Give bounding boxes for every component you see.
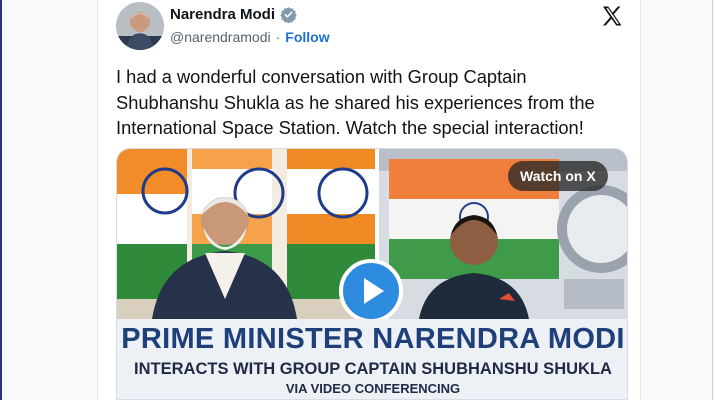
play-button[interactable] bbox=[339, 259, 403, 323]
caption-subtitle: INTERACTS WITH GROUP CAPTAIN SHUBHANSHU … bbox=[134, 360, 612, 378]
separator-dot: · bbox=[275, 29, 281, 45]
caption-title: PRIME MINISTER NARENDRA MODI bbox=[121, 323, 625, 355]
watch-on-x-button[interactable]: Watch on X bbox=[508, 161, 608, 191]
author-name[interactable]: Narendra Modi bbox=[170, 6, 275, 23]
caption-note: VIA VIDEO CONFERENCING bbox=[285, 381, 461, 396]
tweet-card: Narendra Modi @narendramodi · Follow I h… bbox=[97, 0, 641, 400]
avatar[interactable] bbox=[116, 2, 164, 50]
tweet-text: I had a wonderful conversation with Grou… bbox=[116, 66, 595, 138]
video-caption: PRIME MINISTER NARENDRA MODI INTERACTS W… bbox=[117, 319, 627, 399]
video-panel-pm bbox=[117, 149, 375, 319]
verified-badge-icon bbox=[280, 7, 297, 23]
play-icon bbox=[364, 278, 384, 304]
follow-button[interactable]: Follow bbox=[285, 29, 329, 45]
x-logo-icon[interactable] bbox=[600, 4, 624, 28]
author-handle[interactable]: @narendramodi bbox=[170, 29, 271, 45]
video-media[interactable]: Watch on X PRIME MINISTER NARENDRA MODI … bbox=[116, 148, 628, 400]
